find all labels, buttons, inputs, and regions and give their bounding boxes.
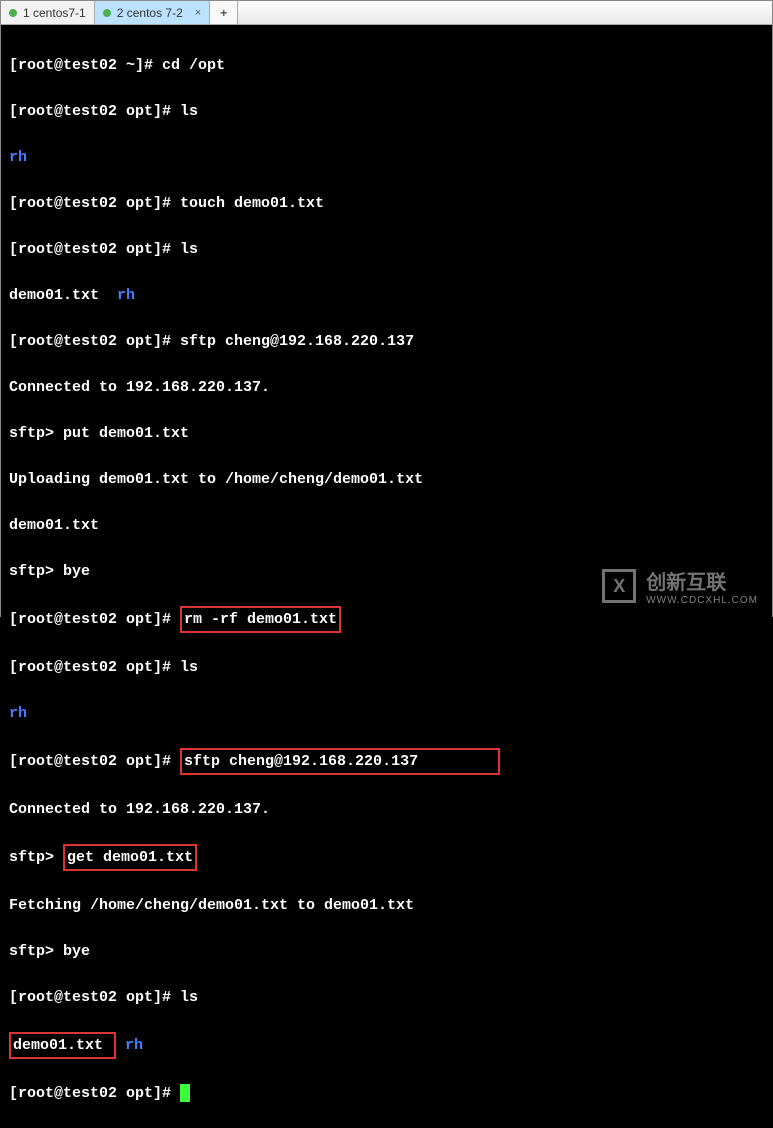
- output-text: Uploading demo01.txt to /home/cheng/demo…: [9, 468, 764, 491]
- watermark: X 创新互联 WWW.CDCXHL.COM: [602, 566, 758, 606]
- command-text: put demo01.txt: [63, 425, 189, 442]
- prompt: sftp>: [9, 849, 63, 866]
- prompt: [root@test02 opt]#: [9, 195, 180, 212]
- close-icon[interactable]: ×: [195, 7, 201, 19]
- prompt: [root@test02 ~]#: [9, 57, 162, 74]
- highlight-box: rm -rf demo01.txt: [180, 606, 341, 633]
- command-text: touch demo01.txt: [180, 195, 324, 212]
- prompt: [root@test02 opt]#: [9, 1085, 180, 1102]
- watermark-text: 创新互联: [646, 572, 726, 594]
- output-text: demo01.txt: [9, 514, 764, 537]
- add-tab-button[interactable]: +: [210, 1, 238, 24]
- prompt: sftp>: [9, 425, 63, 442]
- prompt: [root@test02 opt]#: [9, 753, 180, 770]
- command-text: get demo01.txt: [67, 849, 193, 866]
- tab-centos7-2[interactable]: 2 centos 7-2 ×: [95, 1, 210, 24]
- output-text: rh: [9, 702, 764, 725]
- output-text: rh: [116, 1037, 143, 1054]
- highlight-box: get demo01.txt: [63, 844, 197, 871]
- command-text: ls: [180, 989, 198, 1006]
- prompt: [root@test02 opt]#: [9, 241, 180, 258]
- prompt: [root@test02 opt]#: [9, 103, 180, 120]
- status-dot-icon: [103, 9, 111, 17]
- output-text: demo01.txt: [9, 287, 117, 304]
- tab-label: 1 centos7-1: [23, 6, 86, 20]
- tab-bar: 1 centos7-1 2 centos 7-2 × +: [1, 1, 772, 25]
- output-text: rh: [9, 146, 764, 169]
- output-text: Fetching /home/cheng/demo01.txt to demo0…: [9, 894, 764, 917]
- command-text: bye: [63, 563, 90, 580]
- prompt: [root@test02 opt]#: [9, 989, 180, 1006]
- command-text: sftp cheng@192.168.220.137: [184, 753, 418, 770]
- tab-centos7-1[interactable]: 1 centos7-1: [1, 1, 95, 24]
- plus-icon: +: [220, 6, 227, 20]
- command-text: bye: [63, 943, 90, 960]
- command-text: sftp cheng@192.168.220.137: [180, 333, 414, 350]
- prompt: [root@test02 opt]#: [9, 333, 180, 350]
- tab-label: 2 centos 7-2: [117, 6, 183, 20]
- output-text: Connected to 192.168.220.137.: [9, 798, 764, 821]
- output-text: rh: [117, 287, 135, 304]
- prompt: [root@test02 opt]#: [9, 611, 180, 628]
- prompt: sftp>: [9, 563, 63, 580]
- output-text: Connected to 192.168.220.137.: [9, 376, 764, 399]
- cursor-icon: [180, 1084, 190, 1102]
- highlight-box: sftp cheng@192.168.220.137: [180, 748, 500, 775]
- watermark-logo-icon: X: [602, 569, 636, 603]
- command-text: rm -rf demo01.txt: [184, 611, 337, 628]
- output-text: demo01.txt: [13, 1037, 112, 1054]
- watermark-subtext: WWW.CDCXHL.COM: [646, 595, 758, 606]
- command-text: ls: [180, 241, 198, 258]
- command-text: cd /opt: [162, 57, 225, 74]
- command-text: ls: [180, 659, 198, 676]
- command-text: ls: [180, 103, 198, 120]
- prompt: [root@test02 opt]#: [9, 659, 180, 676]
- status-dot-icon: [9, 9, 17, 17]
- highlight-box: demo01.txt: [9, 1032, 116, 1059]
- prompt: sftp>: [9, 943, 63, 960]
